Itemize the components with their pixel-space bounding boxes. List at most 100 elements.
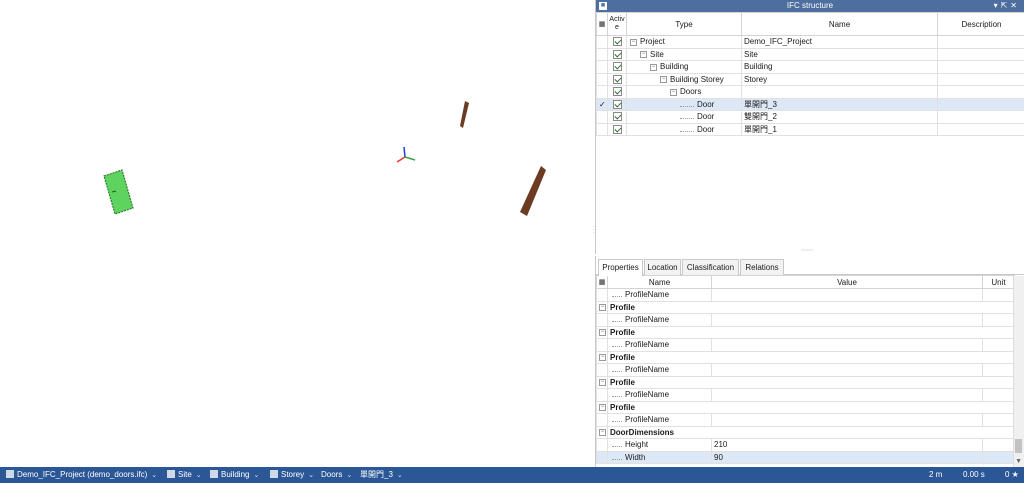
collapse-icon[interactable]: − — [630, 38, 637, 46]
collapse-icon[interactable]: − — [650, 63, 657, 71]
ifc-tree-row[interactable]: − Doors — [596, 85, 1024, 99]
scrollbar-thumb[interactable] — [1015, 439, 1022, 453]
chevron-down-icon[interactable]: ⌄ — [397, 468, 403, 483]
chevron-down-icon[interactable]: ⌄ — [196, 468, 202, 483]
props-options-icon[interactable]: ▦ — [596, 275, 608, 289]
checkbox-icon[interactable] — [612, 37, 622, 47]
column-header-active[interactable]: Active — [607, 12, 627, 36]
property-row[interactable]: ProfileName — [596, 413, 1015, 427]
property-group-row[interactable]: − Profile — [596, 375, 1015, 389]
group-toggle[interactable]: − — [596, 400, 608, 414]
group-toggle[interactable]: − — [596, 300, 608, 314]
door-model-far[interactable] — [460, 101, 469, 128]
collapse-icon[interactable]: − — [599, 304, 606, 312]
property-row[interactable]: ProfileName — [596, 313, 1015, 327]
tab-classification[interactable]: Classification — [682, 259, 739, 275]
checkbox-icon[interactable] — [612, 87, 622, 97]
property-value[interactable] — [711, 288, 983, 302]
chevron-down-icon[interactable]: ⌄ — [151, 468, 157, 483]
active-checkbox[interactable] — [607, 110, 627, 124]
property-value[interactable] — [711, 338, 983, 352]
property-value[interactable]: 210 — [711, 438, 983, 452]
collapse-icon[interactable]: − — [599, 429, 606, 437]
group-toggle[interactable]: − — [596, 350, 608, 364]
column-header-name[interactable]: Name — [741, 12, 938, 36]
tab-location[interactable]: Location — [644, 259, 681, 275]
panel-splitter-grip-icon[interactable]: ⋯⋯ — [801, 247, 813, 254]
collapse-icon[interactable]: − — [660, 76, 667, 84]
panel-menu-icon[interactable]: ■ — [599, 2, 607, 10]
ifc-tree-row[interactable]: − Site Site — [596, 47, 1024, 61]
ifc-tree-row[interactable]: Door 單開門_1 — [596, 122, 1024, 136]
checkbox-icon[interactable] — [612, 62, 622, 72]
group-toggle[interactable]: − — [596, 325, 608, 339]
viewport-canvas[interactable] — [0, 0, 592, 467]
active-checkbox[interactable] — [607, 122, 627, 136]
property-value[interactable] — [711, 313, 983, 327]
property-group-row[interactable]: − Profile — [596, 300, 1015, 314]
property-row[interactable]: ProfileName — [596, 338, 1015, 352]
active-checkbox[interactable] — [607, 85, 627, 99]
collapse-icon[interactable]: − — [640, 51, 647, 59]
column-header-unit[interactable]: Unit — [982, 275, 1015, 289]
breadcrumb-project[interactable]: Demo_IFC_Project (demo_doors.ifc) ⌄ — [6, 467, 157, 483]
collapse-icon[interactable]: − — [599, 329, 606, 337]
chevron-down-icon[interactable]: ⌄ — [346, 468, 352, 483]
float-icon[interactable]: ⇱ — [1001, 1, 1011, 10]
active-checkbox[interactable] — [607, 97, 627, 111]
scroll-down-icon[interactable]: ▼ — [1015, 458, 1022, 465]
breadcrumb-doors[interactable]: Doors ⌄ — [321, 467, 352, 483]
property-group-row[interactable]: − Profile — [596, 350, 1015, 364]
breadcrumb-building[interactable]: Building ⌄ — [210, 467, 259, 483]
breadcrumb-door[interactable]: 單開門_3 ⌄ — [360, 467, 403, 483]
column-header-description[interactable]: Description — [937, 12, 1024, 36]
property-row[interactable]: Width 90 — [596, 450, 1015, 464]
ifc-tree-row[interactable]: ✓ Door 單開門_3 — [596, 97, 1024, 111]
chevron-down-icon[interactable]: ⌄ — [253, 468, 259, 483]
active-checkbox[interactable] — [607, 72, 627, 86]
property-group-row[interactable]: − Profile — [596, 400, 1015, 414]
3d-viewport[interactable] — [0, 0, 592, 467]
column-header-prop-name[interactable]: Name — [607, 275, 712, 289]
ifc-tree-row[interactable]: Door 雙開門_2 — [596, 110, 1024, 124]
selection-count[interactable]: 0 ★ — [1005, 467, 1019, 483]
ifc-tree-row[interactable]: − Building Building — [596, 60, 1024, 74]
group-toggle[interactable]: − — [596, 375, 608, 389]
breadcrumb-site[interactable]: Site ⌄ — [167, 467, 202, 483]
property-row[interactable]: ProfileName — [596, 388, 1015, 402]
properties-scrollbar[interactable]: ▼ — [1013, 276, 1024, 467]
checkbox-icon[interactable] — [612, 74, 622, 84]
tab-relations[interactable]: Relations — [740, 259, 784, 275]
checkbox-icon[interactable] — [612, 112, 622, 122]
ifc-tree-row[interactable]: − Building Storey Storey — [596, 72, 1024, 86]
door-selected-model[interactable] — [103, 169, 134, 215]
table-options-icon[interactable]: ▦ — [596, 12, 608, 36]
ifc-tree-row[interactable]: − Project Demo_IFC_Project — [596, 35, 1024, 49]
property-value[interactable] — [711, 413, 983, 427]
collapse-icon[interactable]: − — [599, 404, 606, 412]
active-checkbox[interactable] — [607, 35, 627, 49]
chevron-down-icon[interactable]: ⌄ — [308, 468, 314, 483]
column-header-type[interactable]: Type — [626, 12, 742, 36]
group-toggle[interactable]: − — [596, 425, 608, 439]
column-header-value[interactable]: Value — [711, 275, 983, 289]
door-model-near[interactable] — [520, 166, 546, 216]
checkbox-icon[interactable] — [612, 49, 622, 59]
property-row[interactable]: ProfileName — [596, 363, 1015, 377]
checkbox-icon[interactable] — [612, 99, 622, 109]
property-group-row[interactable]: − Profile — [596, 325, 1015, 339]
tab-properties[interactable]: Properties — [598, 259, 643, 276]
dropdown-icon[interactable]: ▾ — [994, 1, 1001, 10]
property-row[interactable]: Height 210 — [596, 438, 1015, 452]
property-value[interactable] — [711, 388, 983, 402]
property-value[interactable]: 90 — [711, 450, 983, 464]
property-group-row[interactable]: − DoorDimensions — [596, 425, 1015, 439]
checkbox-icon[interactable] — [612, 124, 622, 134]
active-checkbox[interactable] — [607, 60, 627, 74]
collapse-icon[interactable]: − — [670, 88, 677, 96]
close-icon[interactable]: ✕ — [1010, 1, 1020, 10]
property-value[interactable] — [711, 363, 983, 377]
property-row[interactable]: ProfileName — [596, 288, 1015, 302]
collapse-icon[interactable]: − — [599, 379, 606, 387]
breadcrumb-storey[interactable]: Storey ⌄ — [270, 467, 314, 483]
